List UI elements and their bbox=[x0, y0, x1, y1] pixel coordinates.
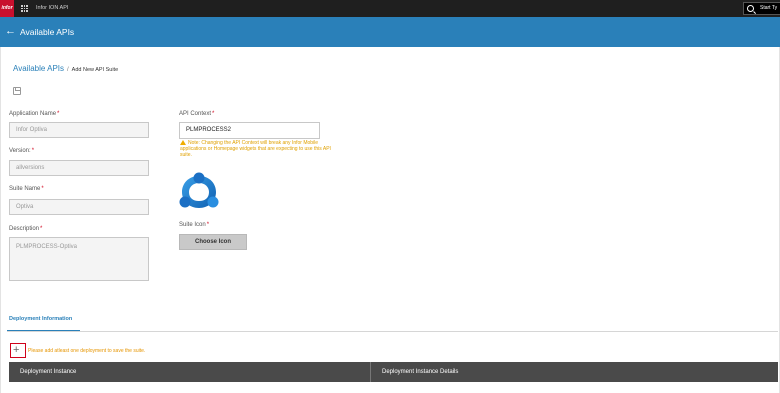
deployment-table-header: Deployment Instance Deployment Instance … bbox=[9, 362, 778, 382]
page-title: Available APIs bbox=[20, 27, 75, 37]
top-bar: infor Infor ION API Start Ty bbox=[0, 0, 780, 17]
column-divider bbox=[370, 362, 371, 382]
suite-name-label: Suite Name* bbox=[9, 186, 44, 192]
tab-divider bbox=[7, 331, 778, 332]
column-deployment-instance-details: Deployment Instance Details bbox=[382, 369, 459, 375]
application-name-field[interactable]: Infor Optiva bbox=[9, 122, 149, 138]
suite-logo-icon bbox=[179, 172, 219, 208]
description-field[interactable]: PLMPROCESS-Optiva bbox=[9, 237, 149, 281]
breadcrumb-separator: / bbox=[67, 67, 69, 73]
app-title: Infor ION API bbox=[36, 5, 69, 11]
api-context-field[interactable]: PLMPROCESS2 bbox=[179, 122, 320, 139]
save-icon[interactable] bbox=[13, 87, 21, 95]
frame-left-border bbox=[0, 47, 1, 393]
tab-deployment-information[interactable]: Deployment Information bbox=[9, 316, 72, 322]
add-deployment-button[interactable]: + bbox=[10, 343, 26, 358]
column-deployment-instance: Deployment Instance bbox=[20, 369, 77, 375]
breadcrumb-available-apis[interactable]: Available APIs bbox=[13, 64, 64, 73]
choose-icon-button[interactable]: Choose Icon bbox=[179, 234, 247, 250]
warning-icon bbox=[180, 140, 186, 145]
infor-logo: infor bbox=[0, 0, 14, 17]
back-arrow-icon[interactable]: ← bbox=[5, 26, 16, 37]
breadcrumb-current: Add New API Suite bbox=[71, 67, 119, 73]
app-grid-icon[interactable] bbox=[21, 5, 28, 12]
application-name-label: Application Name* bbox=[9, 111, 60, 117]
add-deployment-note: Please add atleast one deployment to sav… bbox=[28, 348, 146, 354]
breadcrumb: Available APIs / Add New API Suite bbox=[13, 64, 118, 73]
description-label: Description* bbox=[9, 226, 43, 232]
version-label: Version:* bbox=[9, 148, 35, 154]
page-header: ← Available APIs bbox=[0, 17, 780, 47]
api-context-label: API Context* bbox=[179, 111, 215, 117]
suite-icon-label: Suite Icon* bbox=[179, 222, 210, 228]
search-input[interactable]: Start Ty bbox=[743, 2, 780, 15]
suite-name-field[interactable]: Optiva bbox=[9, 199, 149, 215]
version-field[interactable]: allversions bbox=[9, 160, 149, 176]
search-placeholder: Start Ty bbox=[760, 5, 778, 11]
search-icon bbox=[747, 5, 754, 12]
api-context-warning: Note: Changing the API Context will brea… bbox=[180, 140, 331, 158]
plus-icon: + bbox=[13, 344, 20, 356]
